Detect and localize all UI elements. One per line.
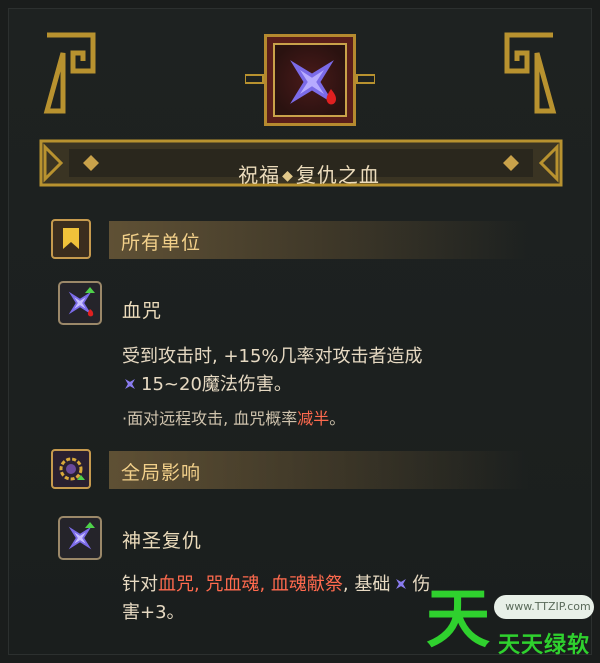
ability-name-blood-curse: 血咒 [122,300,163,322]
title-name: 复仇之血 [295,163,380,187]
section-header-all-units: 所有单位 [51,219,531,261]
watermark-name: 天天绿软 [498,633,591,658]
section-label: 所有单位 [121,232,202,254]
ring-aura-icon [51,449,91,489]
blessing-tooltip-panel: 祝福 ◆ 复仇之血 所有单位 血咒 受到攻击时, +15%几率对攻击者造成 15~2… [8,8,592,655]
title-banner: 祝福 ◆ 复仇之血 [39,139,571,195]
desc-line-2: 15~20魔法伤害。 [122,371,562,399]
ability-desc-blood-curse: 受到攻击时, +15%几率对攻击者造成 15~20魔法伤害。 ·面对远程攻击, … [122,343,562,433]
section-header-global-effect: 全局影响 [51,449,531,491]
emblem-side-ornament [245,74,375,84]
desc-note: ·面对远程攻击, 血咒概率减半。 [122,409,346,428]
note-highlight: 减半 [297,409,330,428]
watermark-logo-char: 天 [426,583,490,657]
affected-abilities: 血咒, 咒血魂, 血魂献祭 [158,574,343,595]
section-label: 全局影响 [121,462,202,484]
magic-damage-icon [396,579,407,589]
ornament-corner-right [504,32,557,114]
title-prefix: 祝福 [238,163,281,187]
site-watermark: 天 www.TTZIP.com 天天绿软 [426,585,600,663]
title-separator: ◆ [282,168,294,184]
shuriken-holy-icon [58,516,102,560]
magic-damage-icon [125,379,135,389]
blessing-title: 祝福 ◆ 复仇之血 [47,159,571,188]
shuriken-blood-icon [58,281,102,325]
watermark-url: www.TTZIP.com [494,595,594,619]
banner-icon [51,219,91,259]
ability-name-holy-revenge: 神圣复仇 [122,530,203,552]
ornament-corner-left [43,32,96,114]
desc-line-1: 受到攻击时, +15%几率对攻击者造成 [122,346,423,367]
